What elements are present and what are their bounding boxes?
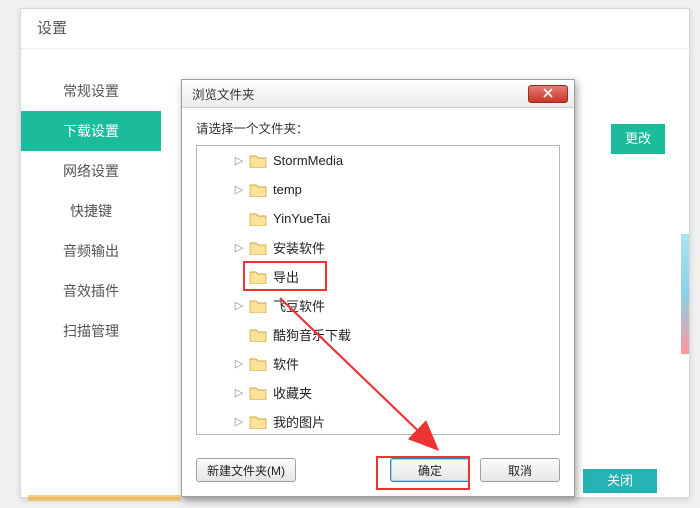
tree-item[interactable]: ▷ 收藏夹 xyxy=(197,378,559,407)
change-button[interactable]: 更改 xyxy=(611,124,665,154)
tree-item-label: 软件 xyxy=(273,354,299,373)
folder-icon xyxy=(249,153,267,168)
dialog-titlebar[interactable]: 浏览文件夹 xyxy=(182,80,574,108)
tree-item[interactable]: 导出 xyxy=(197,262,559,291)
folder-icon xyxy=(249,182,267,197)
expand-icon[interactable]: ▷ xyxy=(233,416,245,428)
sidebar-item-6[interactable]: 扫描管理 xyxy=(21,311,161,351)
tree-item-label: 导出 xyxy=(273,267,299,286)
dialog-button-row: 新建文件夹(M) 确定 取消 xyxy=(182,456,574,484)
tree-item[interactable]: ▷ 飞豆软件 xyxy=(197,291,559,320)
expand-icon[interactable]: ▷ xyxy=(233,387,245,399)
tree-item[interactable]: ▷ temp xyxy=(197,175,559,204)
new-folder-button[interactable]: 新建文件夹(M) xyxy=(196,458,296,482)
sidebar-item-1[interactable]: 下载设置 xyxy=(21,111,161,151)
expand-icon[interactable]: ▷ xyxy=(233,300,245,312)
tree-item-label: 安装软件 xyxy=(273,238,325,257)
folder-icon xyxy=(249,240,267,255)
tree-item-label: YinYueTai xyxy=(273,211,330,226)
sidebar-item-2[interactable]: 网络设置 xyxy=(21,151,161,191)
sidebar-item-4[interactable]: 音频输出 xyxy=(21,231,161,271)
dialog-title: 浏览文件夹 xyxy=(192,84,255,103)
tree-item-label: StormMedia xyxy=(273,153,343,168)
tree-item[interactable]: ▷ 软件 xyxy=(197,349,559,378)
expand-icon[interactable]: ▷ xyxy=(233,184,245,196)
tree-item-label: 我的图片 xyxy=(273,412,325,431)
folder-icon xyxy=(249,385,267,400)
folder-icon xyxy=(249,211,267,226)
expand-placeholder xyxy=(233,213,245,225)
tree-item[interactable]: ▷ 我的图片 xyxy=(197,407,559,434)
settings-sidebar: 常规设置下载设置网络设置快捷键音频输出音效插件扫描管理 xyxy=(21,49,161,497)
ok-button[interactable]: 确定 xyxy=(390,458,470,482)
decorative-strip xyxy=(681,234,689,354)
tree-item[interactable]: YinYueTai xyxy=(197,204,559,233)
tree-item[interactable]: 酷狗音乐下载 xyxy=(197,320,559,349)
folder-icon xyxy=(249,414,267,429)
close-button[interactable]: 关闭 xyxy=(583,469,657,493)
folder-icon xyxy=(249,298,267,313)
expand-icon[interactable]: ▷ xyxy=(233,155,245,167)
folder-tree: ▷ StormMedia ▷ temp YinYueTai ▷ 安装软件导出 ▷ 飞豆软件酷狗音… xyxy=(196,145,560,435)
sidebar-item-0[interactable]: 常规设置 xyxy=(21,71,161,111)
folder-tree-scroll[interactable]: ▷ StormMedia ▷ temp YinYueTai ▷ 安装软件导出 ▷ 飞豆软件酷狗音… xyxy=(197,146,559,434)
folder-icon xyxy=(249,269,267,284)
tree-item[interactable]: ▷ StormMedia xyxy=(197,146,559,175)
settings-title: 设置 xyxy=(21,9,689,49)
browse-folder-dialog: 浏览文件夹 请选择一个文件夹： ▷ StormMedia ▷ temp YinYueTa… xyxy=(181,79,575,497)
sidebar-item-3[interactable]: 快捷键 xyxy=(21,191,161,231)
tree-item-label: 飞豆软件 xyxy=(273,296,325,315)
sidebar-item-5[interactable]: 音效插件 xyxy=(21,271,161,311)
cancel-button[interactable]: 取消 xyxy=(480,458,560,482)
tree-item-label: temp xyxy=(273,182,302,197)
expand-placeholder xyxy=(233,329,245,341)
tree-item-label: 收藏夹 xyxy=(273,383,312,402)
expand-icon[interactable]: ▷ xyxy=(233,358,245,370)
dialog-close-button[interactable] xyxy=(528,85,568,103)
folder-icon xyxy=(249,327,267,342)
close-icon xyxy=(543,87,553,101)
decorative-accent xyxy=(28,495,180,501)
expand-placeholder xyxy=(233,271,245,283)
tree-item[interactable]: ▷ 安装软件 xyxy=(197,233,559,262)
folder-icon xyxy=(249,356,267,371)
expand-icon[interactable]: ▷ xyxy=(233,242,245,254)
tree-item-label: 酷狗音乐下载 xyxy=(273,325,351,344)
dialog-prompt: 请选择一个文件夹： xyxy=(182,108,574,145)
